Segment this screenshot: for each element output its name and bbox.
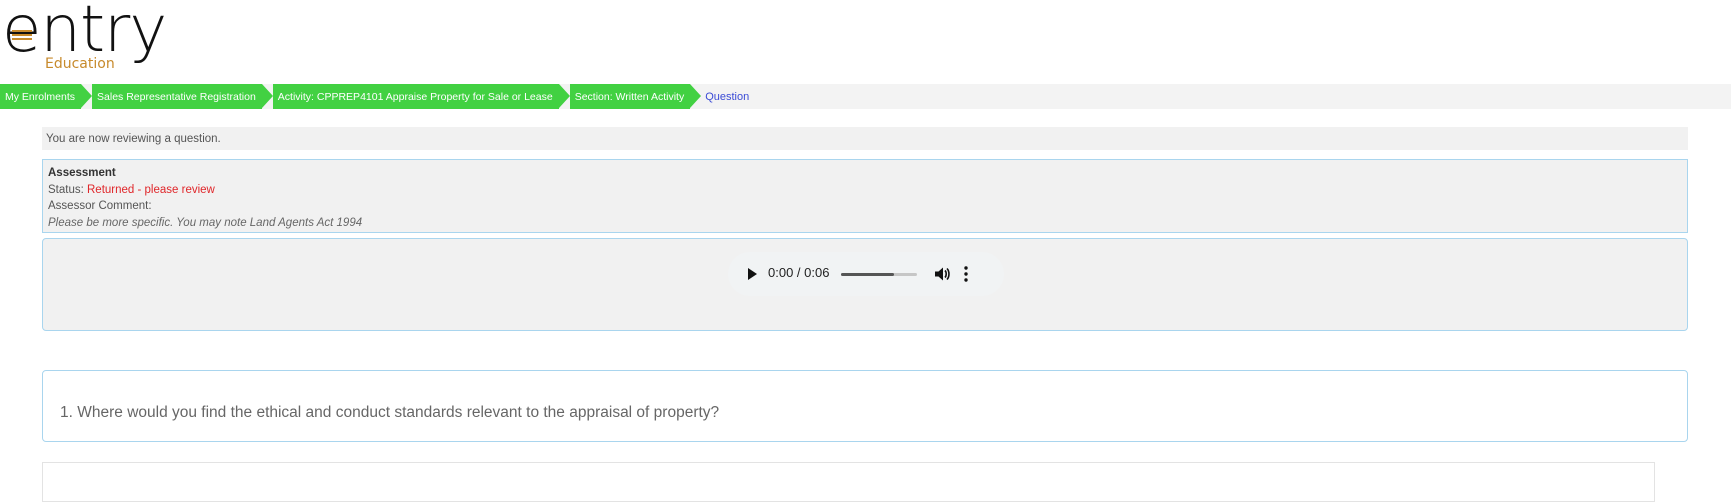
assessment-status: Status: Returned - please review — [48, 182, 1682, 199]
breadcrumb-sales-representative-registration[interactable]: Sales Representative Registration — [92, 84, 273, 109]
more-options-icon[interactable] — [963, 264, 969, 284]
answer-box[interactable] — [42, 462, 1655, 502]
breadcrumb-activity[interactable]: Activity: CPPREP4101 Appraise Property f… — [272, 84, 570, 109]
audio-progress-bar[interactable] — [841, 273, 917, 276]
breadcrumb-current: Question — [705, 90, 750, 103]
entry-education-logo[interactable]: entry Education — [2, 0, 172, 72]
assessor-comment-label: Assessor Comment: — [48, 200, 152, 212]
status-value: Returned - please review — [87, 183, 215, 196]
question-text: 1. Where would you find the ethical and … — [60, 404, 720, 421]
review-notice: You are now reviewing a question. — [42, 127, 1688, 150]
audio-time: 0:00 / 0:06 — [768, 265, 830, 280]
audio-progress-fill — [841, 273, 895, 276]
logo-subtitle: Education — [45, 56, 115, 72]
question-card: 1. Where would you find the ethical and … — [42, 370, 1688, 442]
play-icon[interactable] — [748, 268, 757, 280]
logo-mark-icon — [12, 30, 32, 40]
assessor-comment: Please be more specific. You may note La… — [48, 216, 363, 229]
status-label: Status: — [48, 183, 87, 196]
audio-panel: 0:00 / 0:06 — [42, 238, 1688, 331]
breadcrumb: My Enrolments Sales Representative Regis… — [0, 84, 1731, 109]
assessment-heading: Assessment — [48, 167, 116, 179]
assessment-panel: Assessment Status: Returned - please rev… — [42, 159, 1688, 233]
audio-player[interactable]: 0:00 / 0:06 — [728, 252, 1004, 296]
breadcrumb-my-enrolments[interactable]: My Enrolments — [0, 84, 93, 109]
volume-icon[interactable] — [933, 265, 951, 283]
breadcrumb-section[interactable]: Section: Written Activity — [569, 84, 701, 109]
